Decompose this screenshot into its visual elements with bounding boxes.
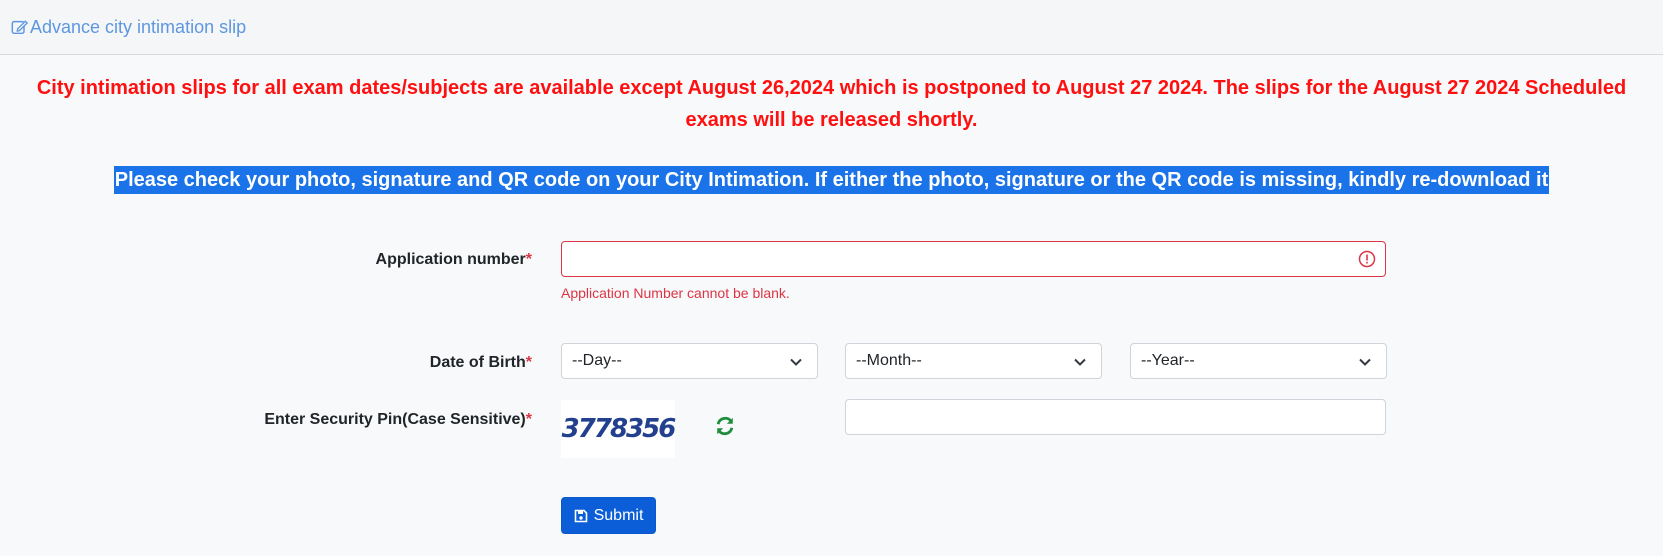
dob-year-select[interactable]: --Year-- bbox=[1130, 343, 1387, 379]
chevron-down-icon bbox=[790, 358, 802, 366]
dob-label: Date of Birth* bbox=[429, 354, 532, 371]
page-header: Advance city intimation slip bbox=[0, 0, 1663, 55]
error-icon bbox=[1358, 250, 1376, 268]
dob-year-value: --Year-- bbox=[1141, 352, 1195, 369]
application-number-input[interactable] bbox=[561, 241, 1386, 277]
chevron-down-icon bbox=[1359, 358, 1371, 366]
photo-check-notice: Please check your photo, signature and Q… bbox=[113, 166, 1550, 194]
header-link[interactable]: Advance city intimation slip bbox=[10, 17, 246, 38]
dob-month-value: --Month-- bbox=[856, 352, 922, 369]
save-icon bbox=[574, 509, 587, 522]
postponement-notice: City intimation slips for all exam dates… bbox=[36, 77, 1627, 131]
submit-label: Submit bbox=[593, 506, 644, 524]
chevron-down-icon bbox=[1074, 358, 1086, 366]
security-pin-input[interactable] bbox=[845, 399, 1386, 435]
edit-icon bbox=[11, 20, 29, 35]
header-title: Advance city intimation slip bbox=[30, 16, 247, 37]
application-number-error: Application Number cannot be blank. bbox=[561, 285, 790, 301]
application-number-label: Application number* bbox=[375, 251, 532, 268]
submit-button[interactable]: Submit bbox=[561, 497, 656, 534]
dob-day-select[interactable]: --Day-- bbox=[561, 343, 818, 379]
dob-month-select[interactable]: --Month-- bbox=[845, 343, 1102, 379]
refresh-icon[interactable] bbox=[714, 415, 736, 437]
dob-day-value: --Day-- bbox=[572, 352, 622, 369]
captcha-image: 3778356 bbox=[561, 400, 676, 458]
security-pin-label: Enter Security Pin(Case Sensitive)* bbox=[264, 411, 532, 428]
